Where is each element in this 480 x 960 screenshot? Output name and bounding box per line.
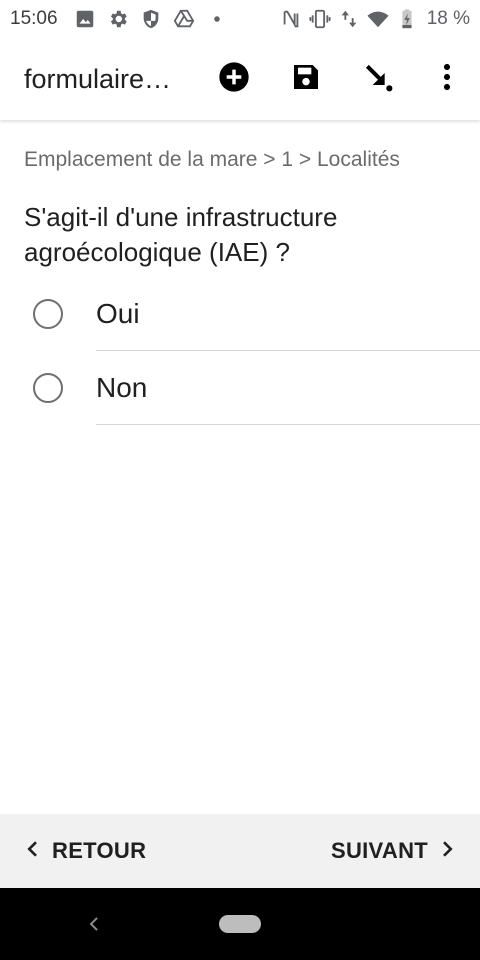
- jump-icon: [362, 61, 394, 98]
- save-icon: [290, 61, 322, 98]
- option-label: Non: [96, 372, 148, 403]
- jump-to-button[interactable]: [342, 49, 414, 109]
- battery-icon: [396, 8, 418, 30]
- system-back-icon[interactable]: [84, 912, 104, 936]
- radio-button[interactable]: [33, 373, 63, 403]
- form-title: formulaire…: [24, 63, 172, 94]
- status-bar: 15:06 18 %: [0, 0, 480, 38]
- bottom-navigation: RETOUR SUIVANT: [0, 814, 480, 888]
- system-navigation-bar: [0, 888, 480, 960]
- option-oui[interactable]: Oui: [0, 277, 480, 351]
- drive-icon: [173, 8, 195, 30]
- status-left-icons: [74, 8, 228, 30]
- battery-percent: 18 %: [426, 8, 470, 29]
- app-bar-actions: [198, 49, 480, 109]
- dot-icon: [206, 8, 228, 30]
- shield-icon: [140, 8, 162, 30]
- chevron-left-icon: [24, 838, 42, 864]
- chevron-right-icon: [438, 838, 456, 864]
- radio-button[interactable]: [33, 299, 63, 329]
- vibrate-icon: [309, 8, 331, 30]
- wifi-icon: [367, 8, 389, 30]
- breadcrumb: Emplacement de la mare > 1 > Localités: [24, 148, 400, 171]
- image-icon: [74, 8, 96, 30]
- divider: [96, 424, 480, 425]
- next-label: SUIVANT: [330, 838, 428, 863]
- save-button[interactable]: [270, 49, 342, 109]
- more-vert-icon: [431, 61, 463, 98]
- system-home-pill[interactable]: [219, 915, 261, 933]
- nfc-icon: [280, 8, 302, 30]
- add-repeat-button[interactable]: [198, 49, 270, 109]
- next-button[interactable]: SUIVANT: [331, 838, 456, 864]
- more-options-button[interactable]: [414, 49, 480, 109]
- question-label: S'agit-il d'une infrastructure agroécolo…: [24, 202, 338, 267]
- app-bar: formulaire…: [0, 38, 480, 120]
- back-label: RETOUR: [52, 838, 147, 863]
- status-time: 15:06: [10, 8, 58, 29]
- data-arrows-icon: [338, 8, 360, 30]
- status-right-icons: 18 %: [280, 8, 470, 30]
- add-circle-icon: [218, 61, 250, 98]
- back-button[interactable]: RETOUR: [24, 838, 146, 864]
- option-label: Oui: [96, 298, 140, 329]
- gear-icon: [107, 8, 129, 30]
- radio-group: Oui Non: [0, 277, 480, 425]
- form-content: Emplacement de la mare > 1 > Localités S…: [0, 122, 480, 814]
- option-non[interactable]: Non: [0, 351, 480, 425]
